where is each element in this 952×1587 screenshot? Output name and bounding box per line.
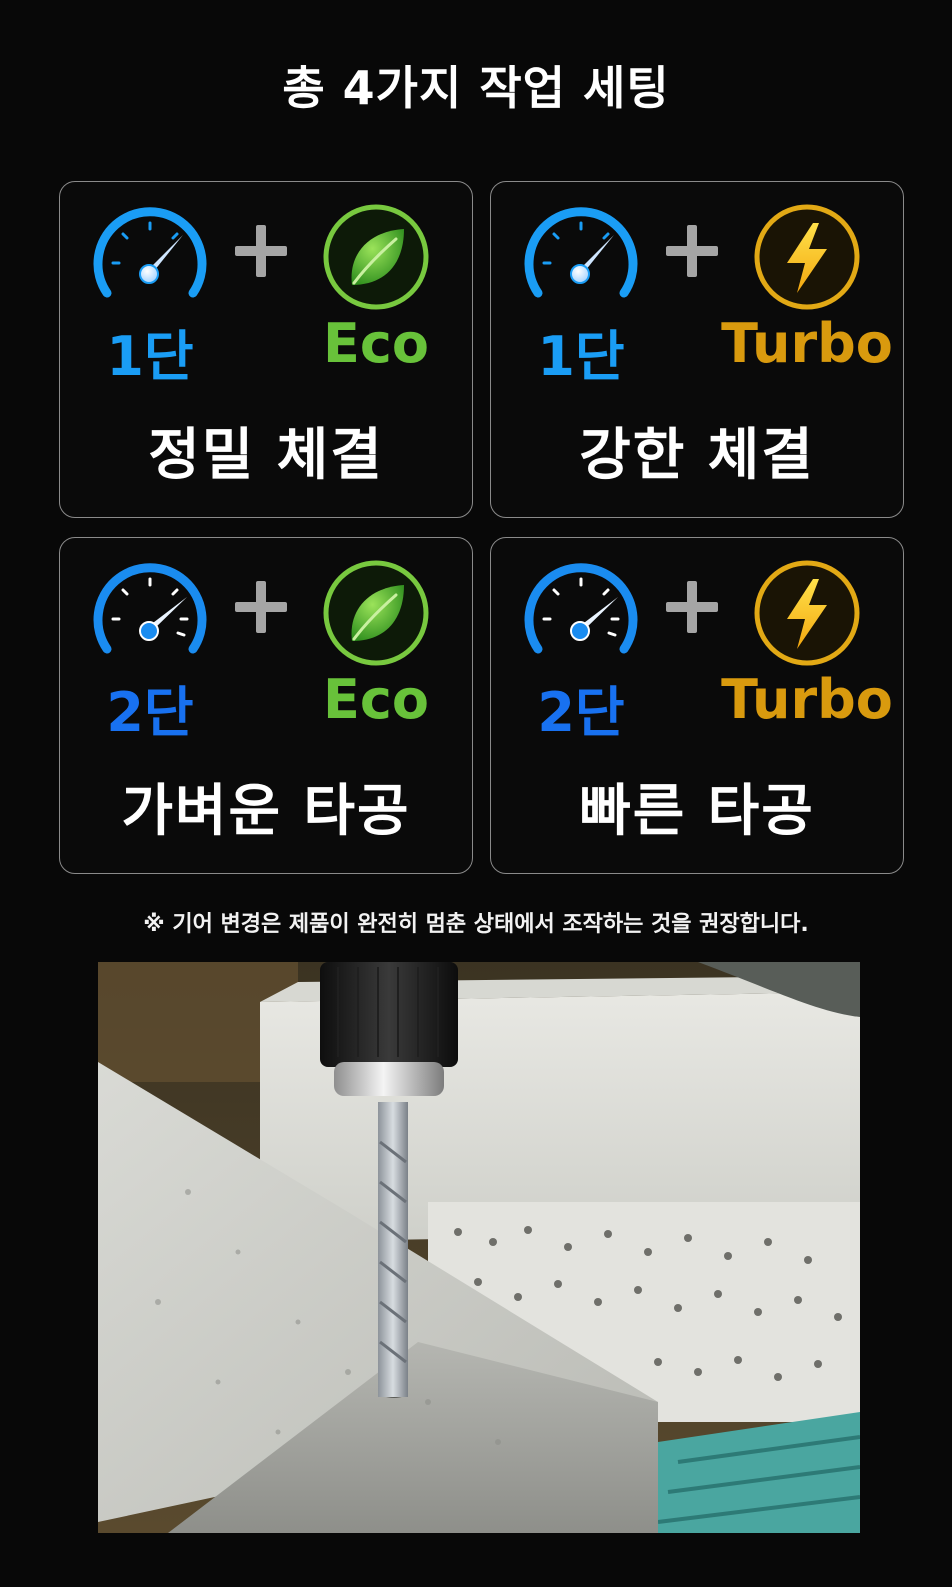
plus-icon (666, 225, 718, 277)
mode-label: Turbo (721, 312, 893, 375)
mode-label: Eco (323, 312, 429, 375)
task-label: 가벼운 타공 (121, 779, 411, 844)
leaf-icon (323, 204, 429, 310)
task-label: 정밀 체결 (148, 423, 384, 488)
mode-label: Eco (323, 668, 429, 731)
speedometer-icon (93, 207, 207, 298)
plus-icon (235, 225, 287, 277)
task-label: 빠른 타공 (579, 779, 815, 844)
speedometer-icon (524, 563, 638, 654)
gear-label: 2단 (537, 681, 625, 744)
plus-icon (235, 581, 287, 633)
speedometer-icon (524, 207, 638, 298)
leaf-icon (323, 560, 429, 666)
page-title: 총 4가지 작업 세팅 (282, 61, 670, 115)
setting-card-4: 2단 Turbo 빠른 타공 (490, 537, 904, 874)
gear-label: 2단 (106, 681, 194, 744)
gear-label: 1단 (106, 325, 194, 388)
setting-card-2: 1단 Turbo 강한 체결 (490, 181, 904, 518)
drill-concrete-photo (98, 962, 860, 1533)
speedometer-icon (93, 563, 207, 654)
task-label: 강한 체결 (579, 423, 815, 488)
mode-label: Turbo (721, 668, 893, 731)
plus-icon (666, 581, 718, 633)
lightning-icon (754, 560, 860, 666)
gear-change-notice: ※ 기어 변경은 제품이 완전히 멈춘 상태에서 조작하는 것을 권장합니다. (143, 912, 809, 937)
setting-card-1: 1단 Eco 정밀 체결 (59, 181, 473, 518)
setting-card-3: 2단 Eco 가벼운 타공 (59, 537, 473, 874)
gear-label: 1단 (537, 325, 625, 388)
lightning-icon (754, 204, 860, 310)
